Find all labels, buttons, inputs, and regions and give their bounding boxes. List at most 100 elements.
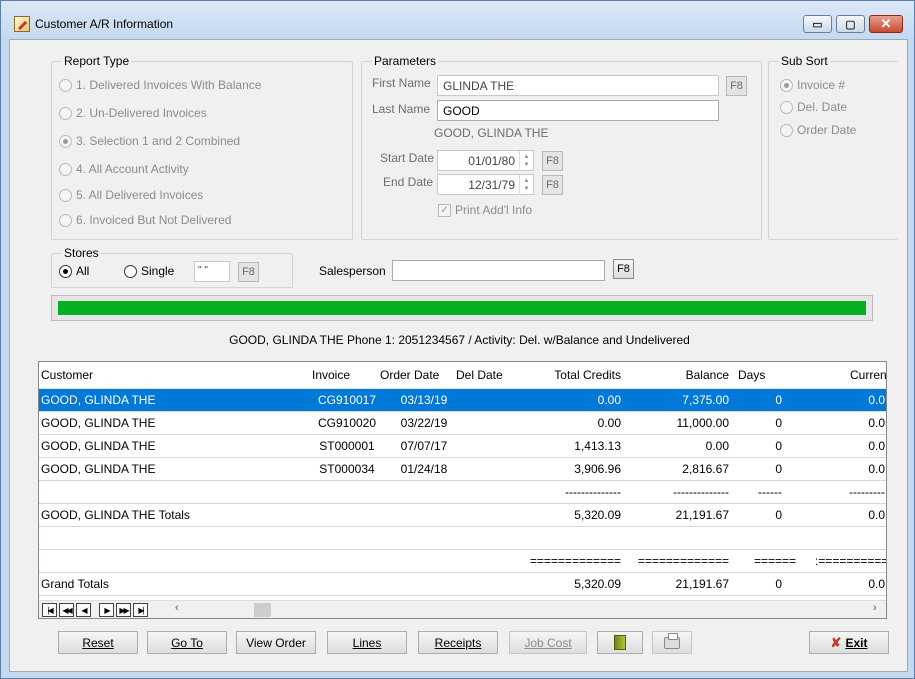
table-row[interactable]: ============= ============= ======:=======… — [39, 550, 886, 573]
app-notepad-icon — [14, 16, 30, 32]
minimize-button[interactable]: ▭ — [803, 15, 832, 33]
col-current[interactable]: Current — [850, 364, 886, 386]
print-addl-info-checkbox[interactable]: ✓ Print Add'l Info — [438, 203, 532, 217]
store-field[interactable]: " " — [194, 261, 230, 282]
report-option-5[interactable]: 5. All Delivered Invoices — [59, 188, 203, 202]
scroll-left-icon[interactable]: ‹ — [175, 602, 179, 614]
end-date-spinner-icon[interactable]: ▲ ▼ — [519, 175, 533, 195]
main-window: Customer A/R Information ▭ ▢ ✕ Report Ty… — [0, 0, 915, 679]
cell-order-date: 03/22/19 — [400, 416, 448, 430]
report-option-3[interactable]: 3. Selection 1 and 2 Combined — [59, 134, 240, 148]
sub-sort-del-date[interactable]: Del. Date — [780, 100, 847, 114]
salesperson-label: Salesperson — [319, 264, 386, 278]
exit-label: Exit — [845, 635, 868, 650]
maximize-button[interactable]: ▢ — [836, 15, 865, 33]
report-option-4[interactable]: 4. All Account Activity — [59, 162, 189, 176]
cell-total-credits: 0.00 — [597, 393, 621, 407]
start-date-spinner-icon[interactable]: ▲ ▼ — [519, 151, 533, 171]
end-date-label: End Date — [383, 175, 434, 189]
last-record-icon[interactable]: ▶| — [133, 603, 148, 617]
job-cost-button[interactable]: Job Cost — [509, 631, 587, 654]
first-record-icon[interactable]: |◀ — [42, 603, 57, 617]
cell-days: 0 — [775, 393, 782, 407]
cell-balance: 21,191.67 — [675, 508, 729, 522]
notes-button[interactable] — [597, 631, 643, 654]
printer-icon — [664, 632, 680, 649]
table-row[interactable] — [39, 527, 886, 550]
view-order-label: View Order — [246, 635, 306, 650]
cell-balance: 7,375.00 — [682, 393, 729, 407]
exit-button[interactable]: ✘ Exit — [809, 631, 889, 654]
title-bar[interactable]: Customer A/R Information ▭ ▢ ✕ — [1, 1, 914, 33]
first-name-field[interactable]: GLINDA THE — [437, 75, 719, 96]
report-option-1[interactable]: 1. Delivered Invoices With Balance — [59, 78, 261, 92]
salesperson-field[interactable] — [392, 260, 605, 281]
book-icon — [614, 635, 626, 650]
stores-all-radio[interactable]: All — [59, 264, 89, 278]
view-order-button[interactable]: View Order — [236, 631, 316, 654]
table-row[interactable]: GOOD, GLINDA THE ST000001 07/07/17 1,413.13… — [39, 435, 886, 458]
scroll-thumb[interactable] — [254, 603, 271, 617]
col-customer[interactable]: Customer — [41, 364, 93, 386]
lines-button[interactable]: Lines — [327, 631, 407, 654]
col-del-date[interactable]: Del Date — [456, 364, 503, 386]
print-button[interactable] — [652, 631, 692, 654]
end-date-f8-button[interactable]: F8 — [542, 175, 563, 195]
horizontal-scrollbar[interactable]: |◀ ◀◀ ◀ ▶ ▶▶ ▶| ‹ › — [39, 600, 886, 618]
prev-page-icon[interactable]: ◀◀ — [59, 603, 74, 617]
cell-total-credits: 1,413.13 — [574, 439, 621, 453]
end-date-field[interactable]: 12/31/79 ▲ ▼ — [437, 174, 534, 195]
stores-single-radio[interactable]: Single — [124, 264, 174, 278]
table-row[interactable]: GOOD, GLINDA THE Totals 5,320.09 21,191.67… — [39, 504, 886, 527]
cell-del-date — [456, 504, 516, 526]
lines-label: Lines — [352, 635, 382, 650]
cell-current: 0.0 — [868, 393, 885, 407]
next-page-icon[interactable]: ▶▶ — [116, 603, 131, 617]
close-icon: ✕ — [880, 16, 892, 31]
next-record-icon[interactable]: ▶ — [99, 603, 114, 617]
sub-sort-label: Invoice # — [797, 78, 846, 92]
stores-group: Stores All Single " " F8 — [51, 246, 293, 288]
col-days[interactable]: Days — [738, 364, 765, 386]
start-date-field[interactable]: 01/01/80 ▲ ▼ — [437, 150, 534, 171]
scroll-right-icon[interactable]: › — [873, 602, 877, 614]
sub-sort-invoice[interactable]: Invoice # — [780, 78, 845, 92]
table-row[interactable]: GOOD, GLINDA THE ST000034 01/24/18 3,906.96… — [39, 458, 886, 481]
reset-button[interactable]: Reset — [58, 631, 138, 654]
progress-fill — [58, 301, 866, 315]
cell-del-date — [456, 527, 516, 549]
receipts-button[interactable]: Receipts — [418, 631, 498, 654]
end-date-value: 12/31/79 — [468, 178, 515, 192]
report-option-6[interactable]: 6. Invoiced But Not Delivered — [59, 213, 231, 227]
store-f8-button[interactable]: F8 — [238, 262, 259, 282]
table-row[interactable]: -------------- -------------- ------ ------… — [39, 481, 886, 504]
cell-current: :============ — [815, 554, 886, 568]
close-button[interactable]: ✕ — [869, 15, 903, 33]
col-total-credits[interactable]: Total Credits — [521, 364, 621, 386]
cell-del-date — [456, 412, 516, 434]
col-order-date[interactable]: Order Date — [380, 364, 439, 386]
cell-balance: 11,000.00 — [676, 416, 730, 430]
table-row[interactable]: GOOD, GLINDA THE CG910017 03/13/19 0.00 7,37… — [39, 389, 886, 412]
table-row[interactable]: GOOD, GLINDA THE CG910020 03/22/19 0.00 11,0… — [39, 412, 886, 435]
start-date-f8-button[interactable]: F8 — [542, 151, 563, 171]
report-option-2[interactable]: 2. Un-Delivered Invoices — [59, 106, 207, 120]
salesperson-f8-button[interactable]: F8 — [613, 259, 634, 279]
first-name-f8-button[interactable]: F8 — [726, 76, 747, 96]
radio-icon — [59, 106, 72, 120]
radio-icon — [59, 188, 72, 202]
sub-sort-title: Sub Sort — [779, 54, 830, 68]
cell-invoice: CG910017 — [317, 393, 377, 407]
sub-sort-order-date[interactable]: Order Date — [780, 123, 856, 137]
goto-button[interactable]: Go To — [147, 631, 227, 654]
cell-current — [815, 527, 885, 549]
table-row[interactable]: Grand Totals 5,320.09 21,191.67 0 0.0 — [39, 573, 886, 596]
col-invoice[interactable]: Invoice — [312, 364, 350, 386]
parameters-title: Parameters — [372, 54, 439, 68]
col-balance[interactable]: Balance — [629, 364, 729, 386]
last-name-field[interactable]: GOOD — [437, 100, 719, 121]
goto-label: Go To — [171, 635, 203, 650]
prev-record-icon[interactable]: ◀ — [76, 603, 91, 617]
start-date-value: 01/01/80 — [468, 154, 515, 168]
client-area: Report Type 1. Delivered Invoices With B… — [9, 39, 908, 672]
